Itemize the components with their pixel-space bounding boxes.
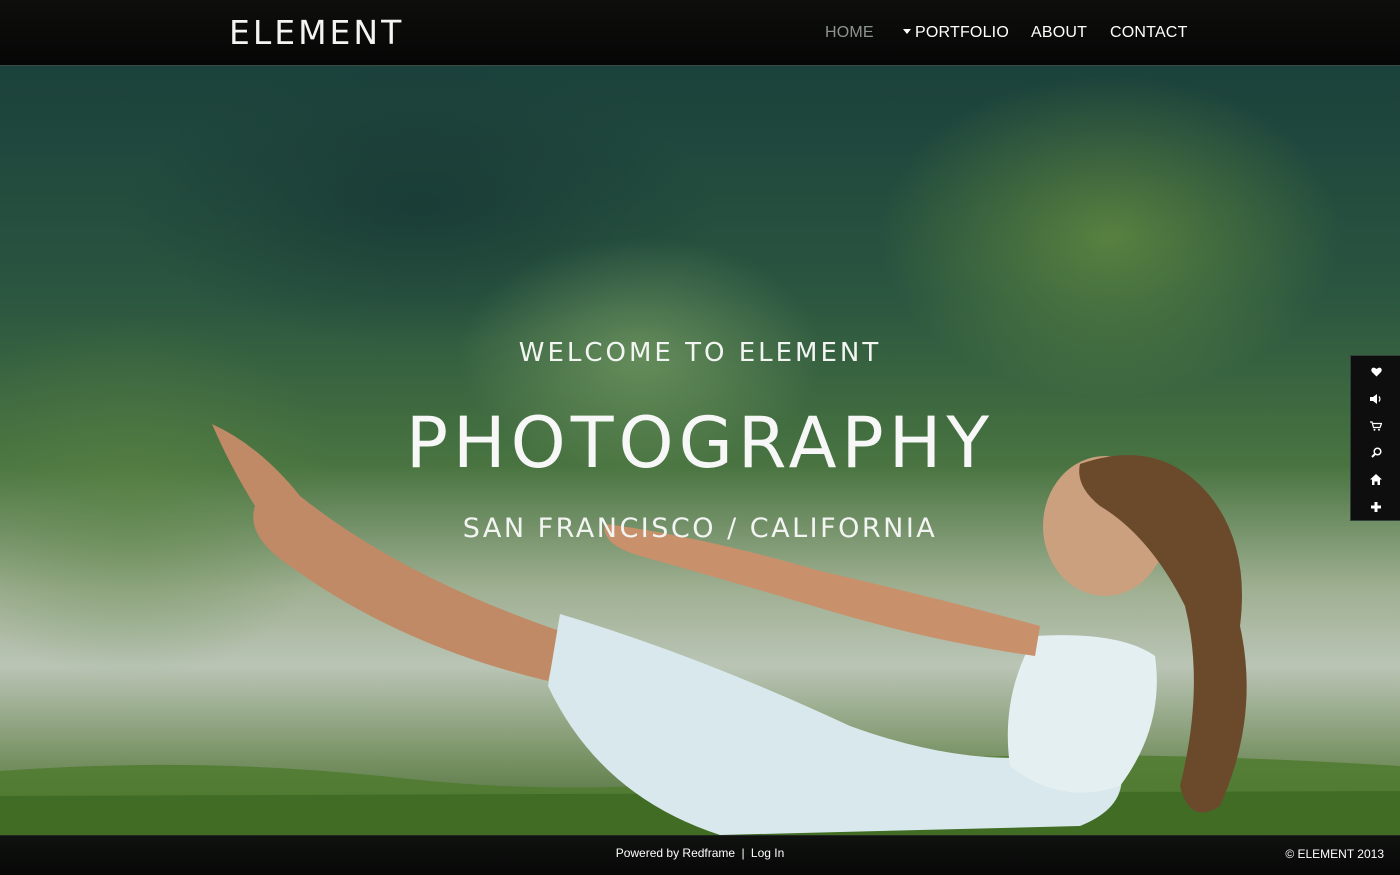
login-link[interactable]: Log In: [751, 846, 784, 860]
footer-links: Powered by Redframe | Log In: [0, 846, 1400, 860]
volume-icon[interactable]: [1351, 385, 1400, 412]
home-icon[interactable]: [1351, 466, 1400, 493]
powered-by-link[interactable]: Powered by Redframe: [616, 846, 735, 860]
nav-about[interactable]: ABOUT: [1031, 24, 1087, 42]
hero-headline: PHOTOGRAPHY: [405, 402, 995, 484]
heart-icon[interactable]: [1351, 358, 1400, 385]
hero-location: SAN FRANCISCO / CALIFORNIA: [462, 513, 938, 544]
caret-down-icon: [903, 29, 911, 34]
hero-welcome-text: WELCOME TO ELEMENT: [518, 338, 882, 368]
side-icon-bar: [1350, 355, 1400, 521]
nav-portfolio-label: PORTFOLIO: [915, 24, 1009, 41]
search-icon[interactable]: [1351, 439, 1400, 466]
top-navigation-bar: ELEMENT HOME PORTFOLIO ABOUT CONTACT: [0, 0, 1400, 66]
footer-separator: |: [741, 846, 745, 860]
cart-icon[interactable]: [1351, 412, 1400, 439]
page: ELEMENT HOME PORTFOLIO ABOUT CONTACT WEL…: [0, 0, 1400, 875]
footer-bar: Powered by Redframe | Log In © ELEMENT 2…: [0, 835, 1400, 875]
nav-home[interactable]: HOME: [825, 24, 874, 42]
copyright-text: © ELEMENT 2013: [1285, 847, 1384, 861]
site-logo[interactable]: ELEMENT: [229, 13, 404, 52]
plus-icon[interactable]: [1351, 493, 1400, 520]
nav-portfolio[interactable]: PORTFOLIO: [903, 24, 1009, 42]
nav-contact[interactable]: CONTACT: [1110, 24, 1188, 42]
